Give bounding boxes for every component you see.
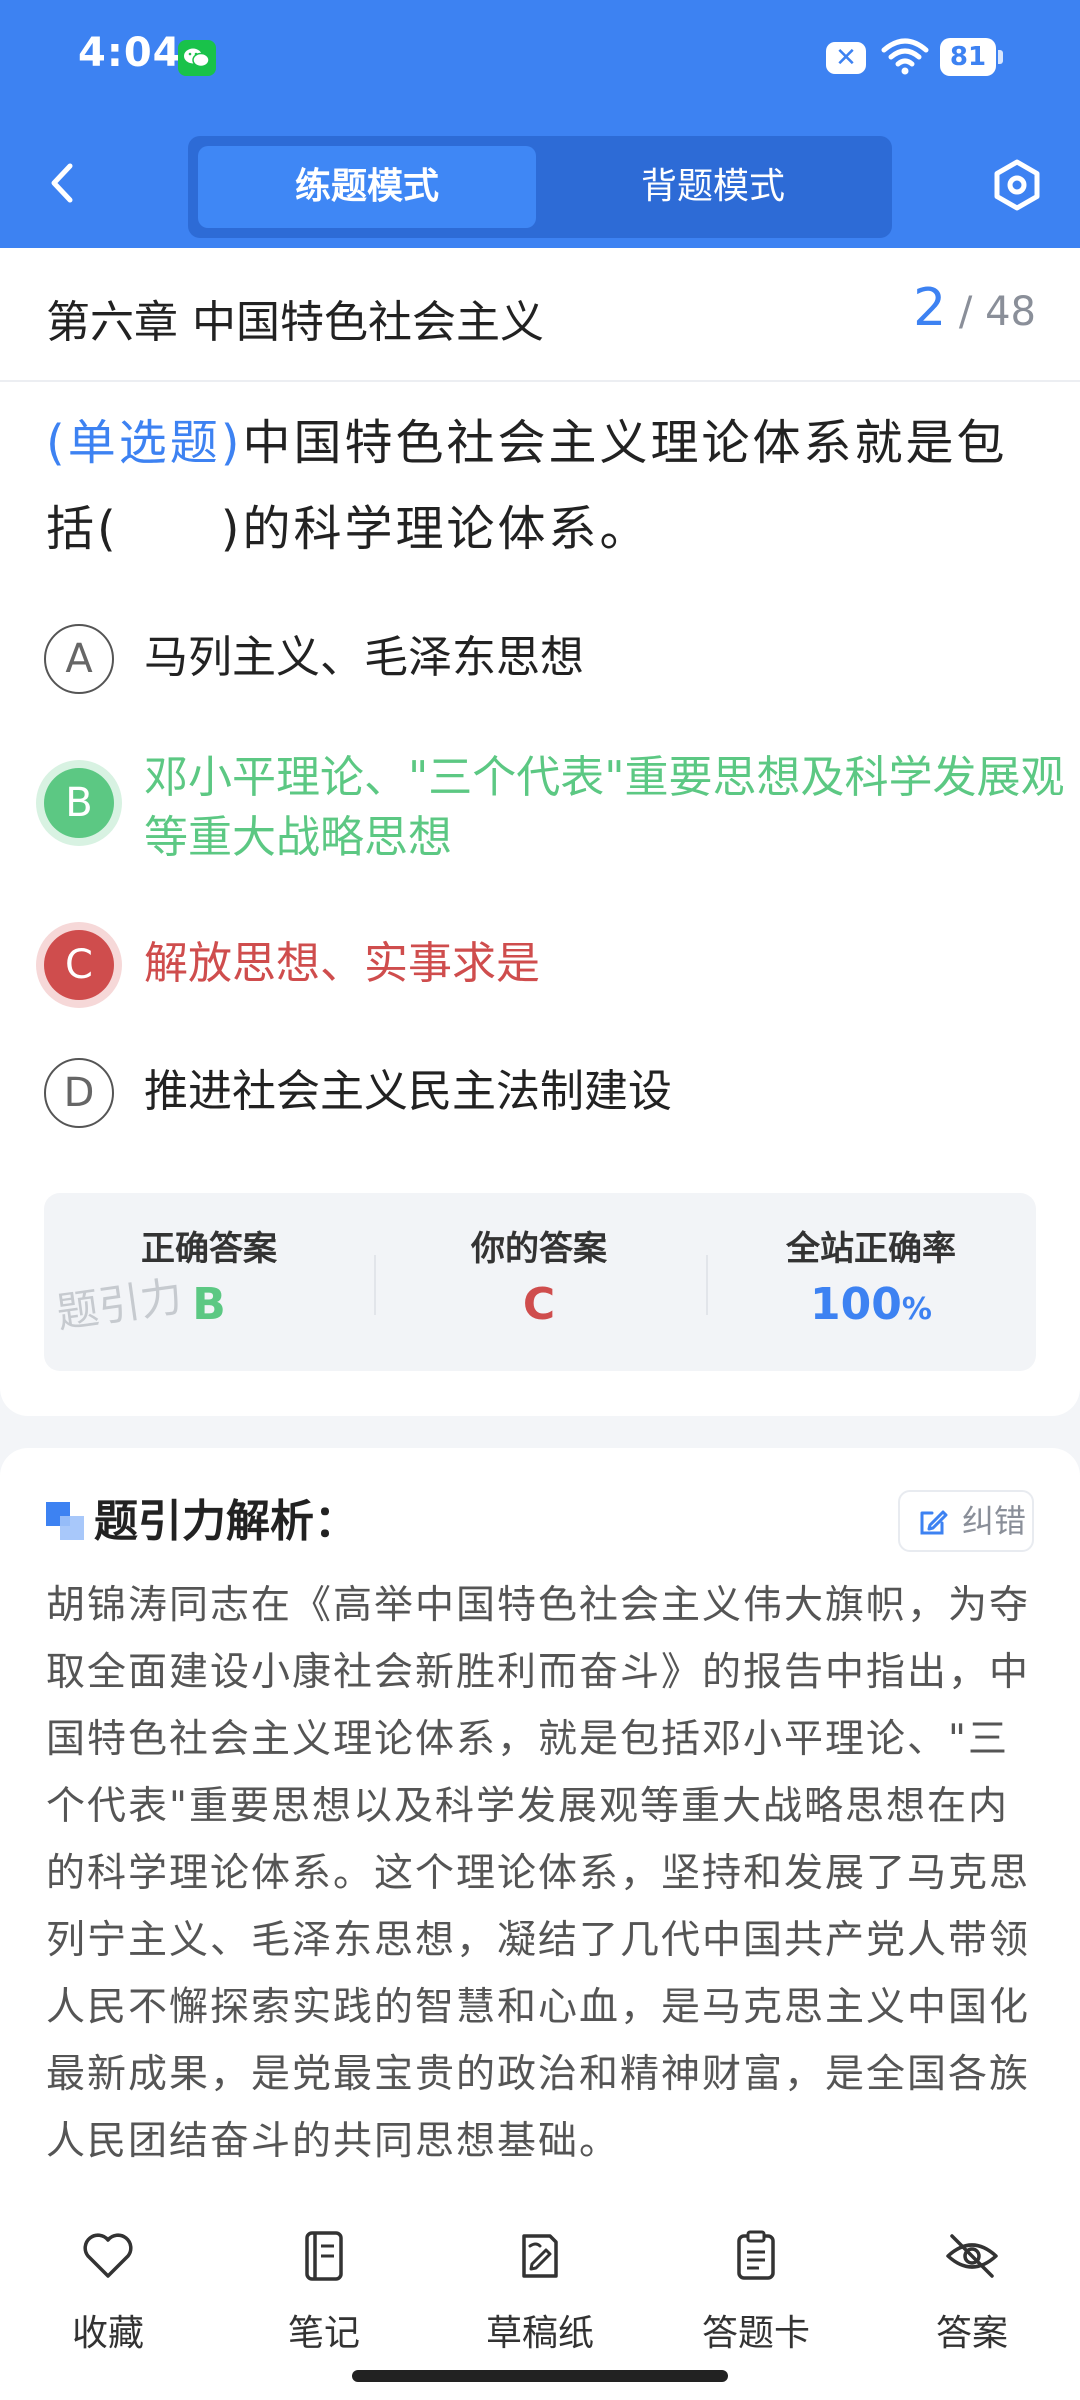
toggle-answer-button[interactable]: 答案 (892, 2226, 1052, 2366)
battery-indicator: 81 (940, 38, 1003, 76)
correct-answer-label: 正确答案 (141, 1229, 277, 1269)
tab-practice-mode[interactable]: 练题模式 (198, 146, 536, 228)
status-time: 4:04 (78, 30, 182, 76)
current-question-number: 2 (913, 278, 947, 338)
question-type: (单选题) (46, 415, 243, 471)
answer-summary: 正确答案 B 你的答案 C 全站正确率 100% 题引力 (44, 1193, 1036, 1371)
heart-icon (83, 2233, 133, 2278)
chapter-title: 第六章 中国特色社会主义 (46, 297, 544, 348)
option-text: 马列主义、毛泽东思想 (144, 632, 584, 683)
eye-off-icon (946, 2234, 998, 2278)
report-error-button[interactable]: 纠错 (898, 1490, 1034, 1552)
mode-switch: 练题模式 背题模式 (188, 136, 892, 238)
top-bar: 4:04 ✕ 81 练题模式 背题模式 (0, 0, 1080, 248)
accuracy-rate-value: 100% (706, 1279, 1036, 1330)
question-progress: 2 / 48 (913, 278, 1036, 338)
draft-paper-label: 草稿纸 (485, 2313, 594, 2354)
report-error-label: 纠错 (962, 1502, 1027, 1540)
option-letter: B (44, 768, 114, 838)
analysis-squares-icon (46, 1502, 84, 1540)
nav-row: 练题模式 背题模式 (0, 130, 1080, 238)
your-answer-column: 你的答案 C (374, 1193, 704, 1371)
notes-label: 笔记 (287, 2313, 360, 2354)
total-question-count: 48 (985, 289, 1036, 335)
clipboard-icon (737, 2230, 775, 2280)
toggle-answer-label: 答案 (935, 2313, 1008, 2354)
analysis-text: 胡锦涛同志在《高举中国特色社会主义伟大旗帜，为夺取全面建设小康社会新胜利而奋斗》… (46, 1583, 1031, 2164)
accuracy-rate-number: 100 (810, 1279, 902, 1330)
answer-sheet-label: 答题卡 (701, 2313, 810, 2354)
edit-icon (920, 1510, 948, 1535)
option-letter: D (44, 1058, 114, 1128)
option-text: 推进社会主义民主法制建设 (144, 1066, 672, 1117)
tab-memorize-mode[interactable]: 背题模式 (544, 146, 882, 228)
accuracy-rate-label: 全站正确率 (786, 1229, 956, 1269)
question-text: (单选题)中国特色社会主义理论体系就是包括( )的科学理论体系。 (46, 400, 1036, 572)
analysis-title: 题引力解析： (94, 1496, 358, 1547)
wechat-notification-icon (178, 40, 216, 76)
favorite-label: 收藏 (71, 2313, 144, 2354)
option-text: 邓小平理论、"三个代表"重要思想及科学发展观等重大战略思想 (144, 752, 1065, 863)
no-sim-icon: ✕ (826, 42, 866, 74)
back-arrow-icon[interactable] (40, 158, 90, 208)
draft-paper-button[interactable]: 草稿纸 (460, 2226, 620, 2366)
notes-button[interactable]: 笔记 (244, 2226, 404, 2366)
your-answer-value: C (522, 1279, 556, 1330)
status-bar: 4:04 ✕ 81 (0, 0, 1080, 118)
your-answer-label: 你的答案 (471, 1229, 607, 1269)
analysis-card: 题引力解析： 纠错 胡锦涛同志在《高举中国特色社会主义伟大旗帜，为夺取全面建设小… (0, 1448, 1080, 2208)
option-letter: A (44, 624, 114, 694)
question-card: 第六章 中国特色社会主义 2 / 48 (单选题)中国特色社会主义理论体系就是包… (0, 248, 1080, 1416)
home-indicator[interactable] (352, 2370, 728, 2382)
chapter-header: 第六章 中国特色社会主义 2 / 48 (0, 248, 1080, 382)
option-text: 解放思想、实事求是 (144, 938, 540, 989)
bottom-toolbar: 收藏 笔记 草稿纸 答题卡 答案 (0, 2190, 1080, 2400)
draft-icon (522, 2234, 558, 2278)
accuracy-rate-column: 全站正确率 100% (706, 1193, 1036, 1371)
settings-icon[interactable] (990, 158, 1044, 212)
progress-separator: / (958, 289, 973, 335)
answer-sheet-button[interactable]: 答题卡 (676, 2226, 836, 2366)
favorite-button[interactable]: 收藏 (28, 2226, 188, 2366)
accuracy-rate-unit: % (901, 1292, 932, 1327)
wifi-icon (880, 36, 930, 76)
notebook-icon (305, 2231, 343, 2281)
option-letter: C (44, 930, 114, 1000)
